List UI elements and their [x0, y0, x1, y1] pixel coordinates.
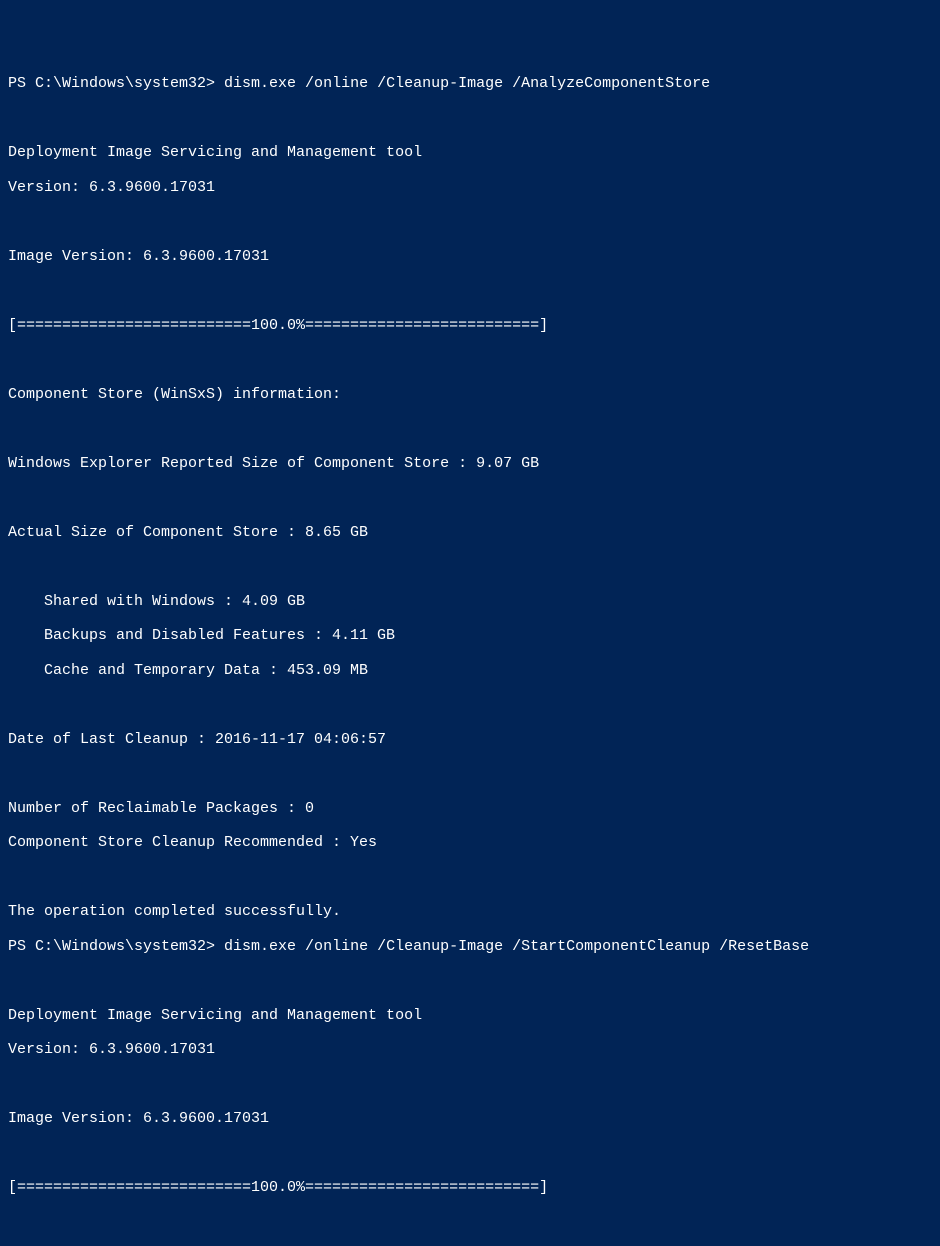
prompt-prefix: PS C:\Windows\system32> [8, 938, 224, 955]
blank-line [8, 558, 932, 575]
tool-version-1: Version: 6.3.9600.17031 [8, 179, 932, 196]
command-1: dism.exe /online /Cleanup-Image /Analyze… [224, 75, 710, 92]
blank-line [8, 869, 932, 886]
blank-line [8, 213, 932, 230]
cleanup-recommended: Component Store Cleanup Recommended : Ye… [8, 834, 932, 851]
progress-bar-1: [==========================100.0%=======… [8, 317, 932, 334]
actual-size: Actual Size of Component Store : 8.65 GB [8, 524, 932, 541]
blank-line [8, 489, 932, 506]
command-2: dism.exe /online /Cleanup-Image /StartCo… [224, 938, 809, 955]
prompt-line-2[interactable]: PS C:\Windows\system32> dism.exe /online… [8, 938, 932, 955]
progress-bar-2: [==========================100.0%=======… [8, 1179, 932, 1196]
blank-line [8, 696, 932, 713]
prompt-line-1[interactable]: PS C:\Windows\system32> dism.exe /online… [8, 75, 932, 92]
component-info-header: Component Store (WinSxS) information: [8, 386, 932, 403]
tool-header-1: Deployment Image Servicing and Managemen… [8, 144, 932, 161]
image-version-1: Image Version: 6.3.9600.17031 [8, 248, 932, 265]
blank-line [8, 1076, 932, 1093]
blank-line [8, 351, 932, 368]
operation-success: The operation completed successfully. [8, 903, 932, 920]
blank-line [8, 1214, 932, 1231]
tool-version-2: Version: 6.3.9600.17031 [8, 1041, 932, 1058]
blank-line [8, 972, 932, 989]
tool-header-2: Deployment Image Servicing and Managemen… [8, 1007, 932, 1024]
cache-size: Cache and Temporary Data : 453.09 MB [8, 662, 932, 679]
reported-size: Windows Explorer Reported Size of Compon… [8, 455, 932, 472]
blank-line [8, 282, 932, 299]
blank-line [8, 1145, 932, 1162]
blank-line [8, 420, 932, 437]
reclaimable-packages: Number of Reclaimable Packages : 0 [8, 800, 932, 817]
blank-line [8, 765, 932, 782]
shared-size: Shared with Windows : 4.09 GB [8, 593, 932, 610]
prompt-prefix: PS C:\Windows\system32> [8, 75, 224, 92]
last-cleanup-date: Date of Last Cleanup : 2016-11-17 04:06:… [8, 731, 932, 748]
image-version-2: Image Version: 6.3.9600.17031 [8, 1110, 932, 1127]
backups-size: Backups and Disabled Features : 4.11 GB [8, 627, 932, 644]
blank-line [8, 110, 932, 127]
